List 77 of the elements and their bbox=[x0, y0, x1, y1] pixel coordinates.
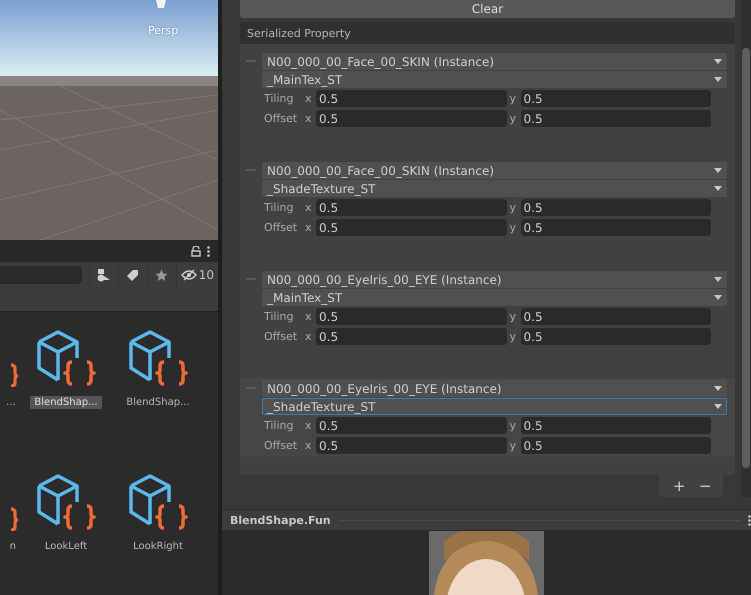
remove-button[interactable]: − bbox=[693, 475, 715, 497]
clear-button[interactable]: Clear bbox=[240, 0, 735, 18]
number-field[interactable]: 0.5 bbox=[316, 308, 506, 325]
vector-label: Tiling bbox=[263, 419, 295, 432]
caret-icon bbox=[714, 404, 722, 409]
list-title: Serialized Property bbox=[247, 26, 351, 40]
axis-label: y bbox=[510, 201, 518, 214]
asset-label[interactable]: LookLeft bbox=[40, 540, 92, 552]
caret-icon bbox=[714, 59, 722, 64]
number-field[interactable]: 0.5 bbox=[520, 437, 711, 454]
axis-label: y bbox=[510, 112, 518, 125]
caret-icon bbox=[714, 168, 722, 173]
property-dropdown[interactable]: _ShadeTexture_ST bbox=[262, 180, 727, 197]
vector-label: Tiling bbox=[263, 201, 295, 214]
axis-label: y bbox=[510, 310, 518, 323]
scrollbar[interactable] bbox=[741, 0, 751, 497]
menu-icon[interactable] bbox=[207, 246, 210, 256]
menu-icon[interactable] bbox=[748, 514, 751, 526]
asset-label[interactable]: LookRight bbox=[129, 540, 187, 552]
number-field[interactable]: 0.5 bbox=[520, 219, 711, 236]
axis-label: y bbox=[510, 92, 518, 105]
asset-label[interactable]: BlendShap... bbox=[30, 396, 102, 409]
number-field[interactable]: 0.5 bbox=[316, 90, 506, 107]
axis-label: x bbox=[305, 201, 313, 214]
axis-label: y bbox=[510, 330, 518, 343]
axis-label: y bbox=[510, 439, 518, 452]
number-field[interactable]: 0.5 bbox=[316, 437, 506, 454]
axis-label: y bbox=[510, 419, 518, 432]
asset-label[interactable]: n bbox=[6, 540, 20, 552]
number-field[interactable]: 0.5 bbox=[520, 110, 711, 127]
lock-icon[interactable] bbox=[191, 246, 201, 256]
axis-label: y bbox=[510, 221, 518, 234]
number-field[interactable]: 0.5 bbox=[316, 199, 506, 216]
axis-label: x bbox=[305, 112, 313, 125]
vector-label: Offset bbox=[263, 112, 298, 125]
number-field[interactable]: 0.5 bbox=[520, 308, 711, 325]
caret-icon bbox=[714, 295, 722, 300]
axis-label: x bbox=[305, 310, 313, 323]
caret-icon bbox=[714, 77, 722, 82]
brace-icon bbox=[9, 506, 20, 530]
material-dropdown[interactable]: N00_000_00_Face_00_SKIN (Instance) bbox=[262, 53, 727, 70]
caret-icon bbox=[714, 386, 722, 391]
axis-label: x bbox=[305, 221, 313, 234]
caret-icon bbox=[714, 277, 722, 282]
vector-label: Offset bbox=[263, 439, 298, 452]
number-field[interactable]: 0.5 bbox=[316, 417, 506, 434]
property-dropdown[interactable]: _ShadeTexture_ST bbox=[262, 398, 727, 415]
axis-label: x bbox=[305, 92, 313, 105]
vector-label: Offset bbox=[263, 221, 298, 234]
asset-label[interactable]: BlendShap... bbox=[122, 396, 194, 409]
material-dropdown[interactable]: N00_000_00_EyeIris_00_EYE (Instance) bbox=[262, 271, 727, 288]
number-field[interactable]: 0.5 bbox=[316, 110, 506, 127]
tag-icon bbox=[126, 268, 140, 282]
preview-title: BlendShape.Fun bbox=[230, 514, 331, 526]
material-dropdown[interactable]: N00_000_00_Face_00_SKIN (Instance) bbox=[262, 162, 727, 179]
brace-icon bbox=[9, 363, 20, 387]
material-dropdown[interactable]: N00_000_00_EyeIris_00_EYE (Instance) bbox=[262, 380, 727, 397]
axis-label: x bbox=[305, 439, 313, 452]
property-dropdown[interactable]: _MainTex_ST bbox=[262, 289, 727, 306]
number-field[interactable]: 0.5 bbox=[520, 417, 711, 434]
shapes-icon bbox=[96, 268, 111, 282]
caret-icon bbox=[714, 186, 722, 191]
star-icon bbox=[155, 268, 168, 282]
number-field[interactable]: 0.5 bbox=[520, 199, 711, 216]
axis-label: x bbox=[305, 419, 313, 432]
number-field[interactable]: 0.5 bbox=[316, 219, 506, 236]
number-field[interactable]: 0.5 bbox=[316, 328, 506, 345]
vector-label: Tiling bbox=[263, 310, 295, 323]
property-dropdown[interactable]: _MainTex_ST bbox=[262, 71, 727, 88]
asset-label[interactable]: … bbox=[2, 396, 20, 409]
add-button[interactable]: + bbox=[667, 475, 689, 497]
vector-label: Tiling bbox=[263, 92, 295, 105]
vector-label: Offset bbox=[263, 330, 298, 343]
axis-label: x bbox=[305, 330, 313, 343]
number-field[interactable]: 0.5 bbox=[520, 328, 711, 345]
number-field[interactable]: 0.5 bbox=[520, 90, 711, 107]
eye-slash-icon bbox=[180, 269, 197, 281]
